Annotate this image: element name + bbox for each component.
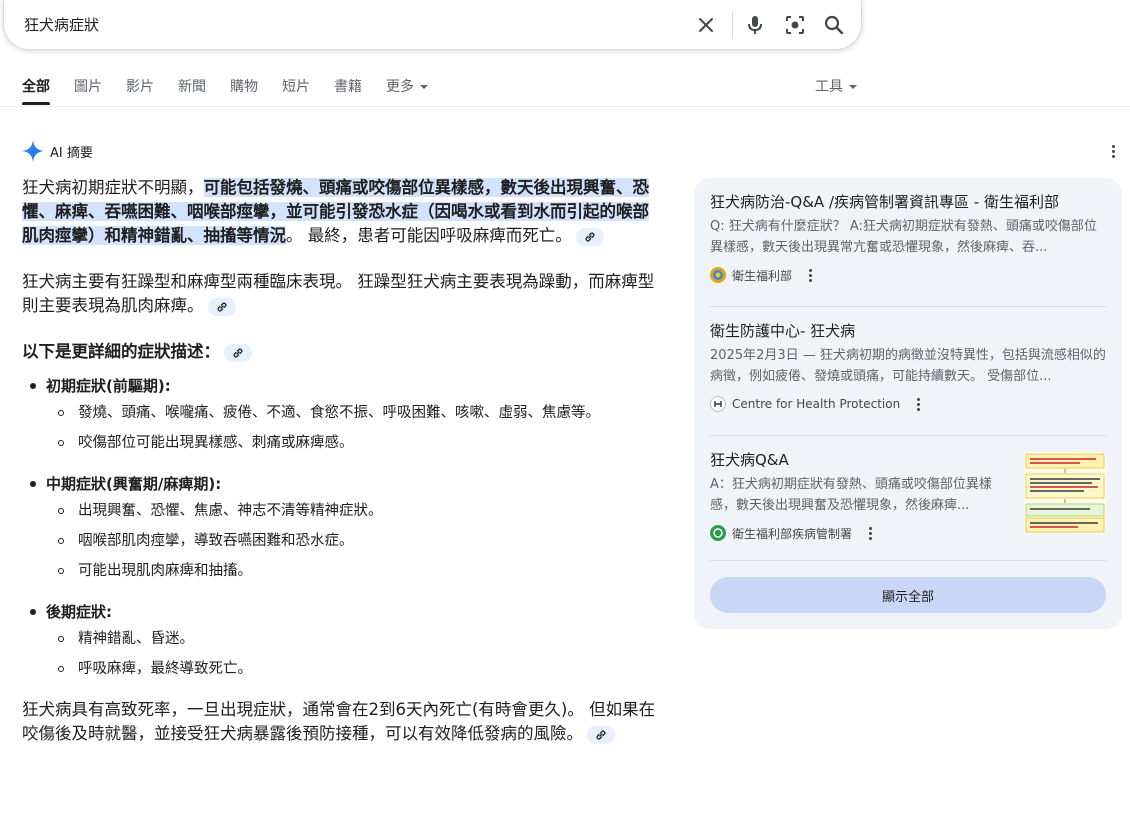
list-item: 可能出現肌肉麻痺和抽搐。 xyxy=(22,556,662,586)
ai-p2-text: 狂犬病主要有狂躁型和麻痺型兩種臨床表現。 狂躁型狂犬病主要表現為躁動，而麻痺型則… xyxy=(22,272,655,315)
list-item: 呼吸麻痺，最終導致死亡。 xyxy=(22,654,662,684)
source-thumbnail[interactable] xyxy=(1024,452,1106,534)
ai-subheading: 以下是更詳細的症狀描述： xyxy=(22,340,662,364)
search-divider xyxy=(732,11,733,39)
link-icon[interactable] xyxy=(587,725,615,744)
more-options-icon[interactable] xyxy=(860,523,880,543)
ai-paragraph-3: 狂犬病具有高致死率，一旦出現症狀，通常會在2到6天內死亡(有時會更久)。 但如果… xyxy=(22,698,662,746)
sources-panel: 狂犬病防治-Q&A /疾病管制署資訊專區 - 衛生福利部 Q: 狂犬病有什麼症狀… xyxy=(694,178,1122,629)
source-meta: 衛生福利部 xyxy=(710,265,1106,285)
list-item: 咽喉部肌肉痙攣，導致吞嚥困難和恐水症。 xyxy=(22,526,662,556)
source-site: Centre for Health Protection xyxy=(732,397,901,411)
tab-shorts[interactable]: 短片 xyxy=(282,76,310,96)
ai-overview-body: 狂犬病初期症狀不明顯，可能包括發燒、頭痛或咬傷部位異樣感，數天後出現興奮、恐懼、… xyxy=(22,176,662,768)
ai-paragraph-2: 狂犬病主要有狂躁型和麻痺型兩種臨床表現。 狂躁型狂犬病主要表現為躁動，而麻痺型則… xyxy=(22,270,662,318)
source-card-1[interactable]: 狂犬病防治-Q&A /疾病管制署資訊專區 - 衛生福利部 Q: 狂犬病有什麼症狀… xyxy=(710,192,1106,285)
chp-favicon-icon xyxy=(710,396,726,412)
bullet xyxy=(30,609,36,615)
bullet xyxy=(30,481,36,487)
show-all-button[interactable]: 顯示全部 xyxy=(710,577,1106,613)
chevron-down-icon xyxy=(420,85,428,89)
phase-title: 中期症狀(興奮期/麻痺期): xyxy=(46,475,222,493)
ai-p1-start: 狂犬病初期症狀不明顯， xyxy=(22,178,204,197)
tab-more-label: 更多 xyxy=(386,79,414,95)
chevron-down-icon xyxy=(849,85,857,89)
mic-icon[interactable] xyxy=(743,13,767,37)
symptom-phase-middle: 中期症狀(興奮期/麻痺期): 出現興奮、恐懼、焦慮、神志不清等精神症狀。 咽喉部… xyxy=(22,472,662,586)
bullet xyxy=(30,383,36,389)
source-meta: 衛生福利部疾病管制署 xyxy=(710,523,1016,543)
lens-icon[interactable] xyxy=(783,13,807,37)
ai-paragraph-1: 狂犬病初期症狀不明顯，可能包括發燒、頭痛或咬傷部位異樣感，數天後出現興奮、恐懼、… xyxy=(22,176,662,248)
link-icon[interactable] xyxy=(224,343,252,362)
tab-shopping[interactable]: 購物 xyxy=(230,76,258,96)
tab-more[interactable]: 更多 xyxy=(386,76,428,96)
source-site: 衛生福利部 xyxy=(732,268,793,283)
more-options-icon[interactable] xyxy=(1103,141,1123,161)
search-icon[interactable] xyxy=(822,13,846,37)
more-options-icon[interactable] xyxy=(800,265,820,285)
ai-p3-text: 狂犬病具有高致死率，一旦出現症狀，通常會在2到6天內死亡(有時會更久)。 但如果… xyxy=(22,700,656,743)
link-icon[interactable] xyxy=(207,297,236,316)
source-card-2[interactable]: 衛生防護中心- 狂犬病 2025年2月3日 — 狂犬病初期的病徵並沒特異性，包括… xyxy=(710,321,1106,414)
source-snippet: Q: 狂犬病有什麼症狀？ A:狂犬病初期症狀有發熱、頭痛或咬傷部位異樣感，數天後… xyxy=(710,219,1097,255)
tools-button[interactable]: 工具 xyxy=(815,76,857,96)
close-icon[interactable] xyxy=(694,13,718,37)
phase-title: 初期症狀(前驅期): xyxy=(46,377,171,395)
divider xyxy=(710,435,1106,436)
tab-videos[interactable]: 影片 xyxy=(126,76,154,96)
tab-news[interactable]: 新聞 xyxy=(178,76,206,96)
search-input[interactable]: 狂犬病症狀 xyxy=(24,14,99,35)
ai-p1-end: 。 最終，患者可能因呼吸麻痺而死亡。 xyxy=(286,226,572,245)
mohw-favicon-icon xyxy=(710,267,726,283)
source-title[interactable]: 衛生防護中心- 狂犬病 xyxy=(710,321,1106,341)
source-meta: Centre for Health Protection xyxy=(710,394,1106,414)
gemini-sparkle-icon xyxy=(22,140,44,162)
source-title[interactable]: 狂犬病防治-Q&A /疾病管制署資訊專區 - 衛生福利部 xyxy=(710,192,1106,212)
more-options-icon[interactable] xyxy=(908,394,928,414)
tab-active-indicator xyxy=(22,102,50,105)
source-site: 衛生福利部疾病管制署 xyxy=(732,526,853,541)
tab-books[interactable]: 書籍 xyxy=(334,76,362,96)
source-snippet: A：狂犬病初期症狀有發熱、頭痛或咬傷部位異樣感，數天後出現興奮及恐懼現象，然後麻… xyxy=(710,477,992,513)
link-icon[interactable] xyxy=(575,227,604,246)
list-item: 出現興奮、恐懼、焦慮、神志不清等精神症狀。 xyxy=(22,496,662,526)
tab-images[interactable]: 圖片 xyxy=(74,76,102,96)
symptom-phase-late: 後期症狀: 精神錯亂、昏迷。 呼吸麻痺，最終導致死亡。 xyxy=(22,600,662,684)
phase-title: 後期症狀: xyxy=(46,603,112,621)
ai-overview-title: AI 摘要 xyxy=(50,145,93,161)
ai-subheading-text: 以下是更詳細的症狀描述： xyxy=(22,342,220,361)
symptom-phase-early: 初期症狀(前驅期): 發燒、頭痛、喉嚨痛、疲倦、不適、食慾不振、呼吸困難、咳嗽、… xyxy=(22,374,662,458)
divider xyxy=(710,560,1106,561)
divider xyxy=(710,306,1106,307)
cdc-favicon-icon xyxy=(710,525,726,541)
source-title[interactable]: 狂犬病Q&A xyxy=(710,450,1016,470)
source-snippet: 2025年2月3日 — 狂犬病初期的病徵並沒特異性，包括與流感相似的病徵，例如疲… xyxy=(710,348,1106,384)
tab-all[interactable]: 全部 xyxy=(22,76,50,96)
search-bar: 狂犬病症狀 xyxy=(3,0,862,50)
search-tabs: 全部 圖片 影片 新聞 購物 短片 書籍 更多 工具 xyxy=(0,62,1130,107)
source-card-3[interactable]: 狂犬病Q&A A：狂犬病初期症狀有發熱、頭痛或咬傷部位異樣感，數天後出現興奮及恐… xyxy=(710,450,1016,543)
list-item: 發燒、頭痛、喉嚨痛、疲倦、不適、食慾不振、呼吸困難、咳嗽、虛弱、焦慮等。 xyxy=(22,398,662,428)
list-item: 精神錯亂、昏迷。 xyxy=(22,624,662,654)
list-item: 咬傷部位可能出現異樣感、刺痛或麻痺感。 xyxy=(22,428,662,458)
ai-overview-header: AI 摘要 xyxy=(22,138,93,164)
tools-label: 工具 xyxy=(815,79,843,95)
